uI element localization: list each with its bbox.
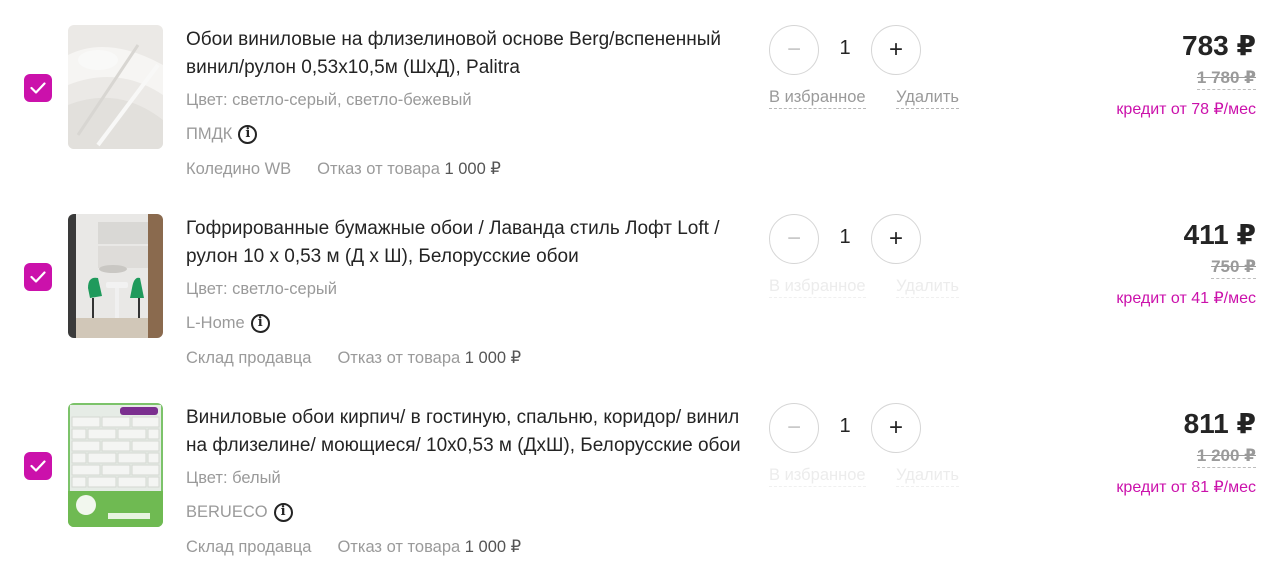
old-price[interactable]: 1 780 ₽ [1196, 68, 1256, 90]
seller-name[interactable]: ПМДК [186, 123, 232, 145]
add-to-favorites-button[interactable]: В избранное [769, 277, 866, 298]
product-color: Цвет: светло-серый [186, 280, 337, 298]
info-icon[interactable]: i [250, 313, 270, 333]
decrease-button[interactable]: − [769, 403, 819, 453]
quantity-stepper: − 1 + [769, 214, 921, 264]
product-title[interactable]: Гофрированные бумажные обои / Лаванда ст… [186, 215, 756, 271]
info-icon[interactable]: i [238, 124, 258, 144]
check-icon [30, 460, 46, 472]
refuse-amount: 1 000 ₽ [464, 349, 522, 367]
delivery-row: Коледино WB Отказ от товара 1 000 ₽ [186, 158, 756, 180]
product-title[interactable]: Обои виниловые на флизелиновой основе Be… [186, 26, 756, 82]
credit-offer[interactable]: кредит от 41 ₽/мес [1116, 288, 1256, 308]
seller-name[interactable]: BERUECO [186, 501, 268, 523]
refuse-amount: 1 000 ₽ [444, 160, 501, 178]
product-title[interactable]: Виниловые обои кирпич/ в гостиную, спаль… [186, 404, 756, 460]
current-price: 411 ₽ [1183, 219, 1256, 250]
product-info: Обои виниловые на флизелиновой основе Be… [186, 26, 756, 180]
delete-button[interactable]: Удалить [896, 88, 959, 109]
select-checkbox[interactable] [24, 452, 52, 480]
delivery-row: Склад продавца Отказ от товара 1 000 ₽ [186, 347, 756, 369]
check-icon [30, 271, 46, 283]
product-image[interactable] [68, 214, 163, 338]
old-price[interactable]: 750 ₽ [1211, 257, 1256, 279]
add-to-favorites-button[interactable]: В избранное [769, 88, 866, 109]
old-price[interactable]: 1 200 ₽ [1196, 446, 1256, 468]
increase-button[interactable]: + [871, 403, 921, 453]
quantity-value: 1 [839, 415, 851, 437]
decrease-button[interactable]: − [769, 25, 819, 75]
quantity-value: 1 [839, 37, 851, 59]
current-price: 783 ₽ [1182, 30, 1256, 61]
price-block: 783 ₽ 1 780 ₽ кредит от 78 ₽/мес [1116, 29, 1256, 119]
product-info: Виниловые обои кирпич/ в гостиную, спаль… [186, 404, 756, 558]
warehouse-label: Склад продавца [186, 349, 312, 367]
product-color: Цвет: светло-серый, светло-бежевый [186, 91, 472, 109]
decrease-button[interactable]: − [769, 214, 819, 264]
credit-offer[interactable]: кредит от 81 ₽/мес [1116, 477, 1256, 497]
delete-button[interactable]: Удалить [896, 466, 959, 487]
warehouse-label: Склад продавца [186, 538, 312, 556]
info-icon[interactable]: i [273, 502, 293, 522]
product-color: Цвет: белый [186, 469, 281, 487]
credit-offer[interactable]: кредит от 78 ₽/мес [1116, 99, 1256, 119]
price-block: 411 ₽ 750 ₽ кредит от 41 ₽/мес [1116, 218, 1256, 308]
price-block: 811 ₽ 1 200 ₽ кредит от 81 ₽/мес [1116, 407, 1256, 497]
quantity-value: 1 [839, 226, 851, 248]
check-icon [30, 82, 46, 94]
refuse-label: Отказ от товара [337, 349, 461, 367]
refuse-amount: 1 000 ₽ [464, 538, 522, 556]
seller-row: L-Home i [186, 312, 756, 334]
seller-row: BERUECO i [186, 501, 756, 523]
delivery-row: Склад продавца Отказ от товара 1 000 ₽ [186, 536, 756, 558]
seller-name[interactable]: L-Home [186, 312, 245, 334]
refuse-label: Отказ от товара [317, 160, 440, 178]
add-to-favorites-button[interactable]: В избранное [769, 466, 866, 487]
product-image[interactable] [68, 25, 163, 149]
seller-row: ПМДК i [186, 123, 756, 145]
product-info: Гофрированные бумажные обои / Лаванда ст… [186, 215, 756, 369]
warehouse-label: Коледино WB [186, 160, 292, 178]
increase-button[interactable]: + [871, 25, 921, 75]
product-image[interactable] [68, 403, 163, 527]
refuse-label: Отказ от товара [337, 538, 461, 556]
select-checkbox[interactable] [24, 263, 52, 291]
quantity-stepper: − 1 + [769, 403, 921, 453]
select-checkbox[interactable] [24, 74, 52, 102]
delete-button[interactable]: Удалить [896, 277, 959, 298]
quantity-stepper: − 1 + [769, 25, 921, 75]
current-price: 811 ₽ [1183, 408, 1256, 439]
increase-button[interactable]: + [871, 214, 921, 264]
